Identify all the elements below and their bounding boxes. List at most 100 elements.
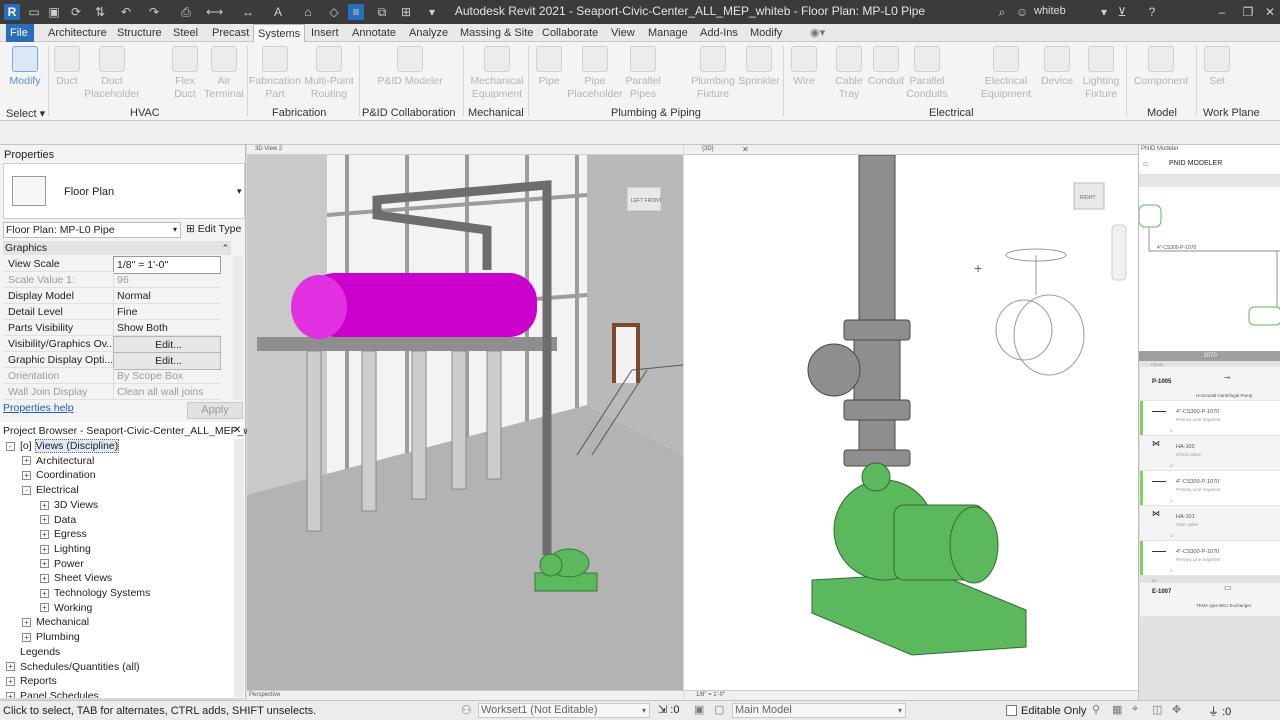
user-dropdown-icon[interactable]: ▾ — [1096, 4, 1112, 20]
browser-item[interactable]: + Schedules/Quantities (all) — [6, 660, 140, 674]
expand-icon[interactable]: + — [6, 676, 15, 686]
expand-icon[interactable]: + — [40, 574, 49, 584]
thin-lines-icon[interactable]: ≡ — [348, 4, 364, 20]
select-links-icon[interactable]: ⚲ — [1092, 703, 1100, 716]
browser-item[interactable]: + Architectural — [22, 454, 94, 468]
conduit-button[interactable]: Conduit — [866, 46, 906, 88]
select-pinned-icon[interactable]: ⌖ — [1132, 703, 1138, 716]
save-icon[interactable]: ▣ — [46, 4, 62, 20]
tab-architecture[interactable]: Architecture — [44, 24, 111, 42]
tab-view[interactable]: View — [607, 24, 639, 42]
close-icon[interactable]: ✕ — [1262, 4, 1278, 20]
expand-icon[interactable]: + — [40, 588, 49, 598]
browser-item[interactable]: + Panel Schedules — [6, 689, 99, 698]
redo-icon[interactable]: ↷ — [146, 4, 162, 20]
edit-type-button[interactable]: ⊞ Edit Type — [186, 223, 241, 235]
chevron-down-icon[interactable]: ▾ — [237, 186, 242, 197]
3d-view-icon[interactable]: ⌂ — [300, 4, 316, 20]
pipe-button[interactable]: Pipe — [532, 46, 566, 88]
viewport-3d[interactable]: + RIGHT — [684, 155, 1138, 690]
view-tab-3d2[interactable]: 3D View 2 — [247, 145, 683, 155]
sprinkler-button[interactable]: Sprinkler — [738, 46, 780, 88]
close-hidden-icon[interactable]: ⧉ — [374, 4, 390, 20]
expand-icon[interactable]: + — [6, 662, 15, 672]
pnid-card[interactable]: 4"-CS300-P-1070 Primary Line Segment 4" — [1140, 401, 1280, 436]
measure-icon[interactable]: ⟷ — [206, 4, 223, 20]
sync-central-icon[interactable]: ⇅ — [92, 4, 108, 20]
expand-icon[interactable]: + — [40, 515, 49, 525]
collapse-icon[interactable]: - — [22, 485, 31, 495]
workset-select[interactable]: Workset1 (Not Editable) ▾ — [478, 703, 650, 718]
type-selector[interactable]: Floor Plan ▾ — [3, 163, 245, 219]
tab-steel[interactable]: Steel — [169, 24, 202, 42]
tab-systems[interactable]: Systems — [253, 24, 306, 42]
electrical-equipment-button[interactable]: Electrical Equipment — [980, 46, 1032, 101]
pipe-placeholder-button[interactable]: Pipe Placeholder — [566, 46, 624, 101]
browser-item[interactable]: + Coordination — [22, 468, 96, 482]
browser-item[interactable]: + Plumbing — [22, 630, 80, 644]
apply-button[interactable]: Apply — [187, 402, 243, 419]
multipoint-routing-button[interactable]: Multi-Point Routing — [302, 46, 356, 101]
air-terminal-button[interactable]: Air Terminal — [204, 46, 244, 101]
select-by-face-icon[interactable]: ◫ — [1152, 703, 1162, 716]
expand-icon[interactable]: + — [22, 471, 31, 481]
parallel-pipes-button[interactable]: Parallel Pipes — [624, 46, 662, 101]
tab-massing-site[interactable]: Massing & Site — [456, 24, 537, 42]
browser-item[interactable]: - [o] Views (Discipline) — [6, 439, 120, 453]
open-icon[interactable]: ▭ — [26, 4, 42, 20]
dimension-icon[interactable]: ↔ — [240, 4, 256, 20]
pnid-card[interactable]: 4"-CS300-P-1070 Primary Line Segment 4" — [1140, 541, 1280, 576]
browser-item[interactable]: + Lighting — [40, 542, 91, 556]
model-icon[interactable]: ▢ — [714, 703, 724, 716]
customize-icon[interactable]: ▾ — [424, 4, 440, 20]
select-underlay-icon[interactable]: ▦ — [1112, 703, 1122, 716]
text-icon[interactable]: A — [270, 4, 286, 20]
design-options-icon[interactable]: ▣ — [694, 703, 704, 716]
pnid-card[interactable]: P-1005 ⊸ Horizontal Centrifugal Pump — [1140, 367, 1280, 401]
collapse-icon[interactable]: - — [6, 441, 15, 451]
browser-item[interactable]: + Egress — [40, 527, 87, 541]
sync-icon[interactable]: ⟳ — [68, 4, 84, 20]
minimize-icon[interactable]: – — [1214, 4, 1230, 20]
expand-icon[interactable]: + — [22, 618, 31, 628]
plumbing-fixture-button[interactable]: Plumbing Fixture — [690, 46, 736, 101]
switch-windows-icon[interactable]: ⊞ — [398, 4, 414, 20]
tab-insert[interactable]: Insert — [307, 24, 343, 42]
modify-button[interactable]: Modify — [6, 46, 44, 88]
pnid-diagram[interactable] — [1139, 189, 1280, 349]
expand-icon[interactable]: + — [6, 691, 15, 698]
parallel-conduits-button[interactable]: Parallel Conduits — [906, 46, 948, 101]
browser-scrollbar[interactable] — [234, 439, 244, 697]
user-name[interactable]: whiteb — [1034, 5, 1066, 17]
navigation-bar[interactable] — [1111, 224, 1127, 281]
device-button[interactable]: Device — [1036, 46, 1078, 88]
browser-item[interactable]: +3D Views — [40, 498, 98, 512]
expand-icon[interactable]: + — [40, 603, 49, 613]
pnid-card[interactable]: 4"-CS300-P-1070 Primary Line Segment 4" — [1140, 471, 1280, 506]
tab-add-ins[interactable]: Add-Ins — [696, 24, 742, 42]
viewcube-left[interactable]: LEFT FRONT — [631, 198, 662, 204]
duct-placeholder-button[interactable]: Duct Placeholder — [84, 46, 140, 101]
component-button[interactable]: Component — [1130, 46, 1192, 88]
pnid-card[interactable]: ⋈ HA-101 Gate Valve 4" — [1140, 506, 1280, 541]
panel-toggle-icon[interactable]: ◉▾ — [806, 24, 829, 42]
viewcube-right[interactable]: RIGHT — [1080, 195, 1096, 201]
restore-icon[interactable]: ❐ — [1240, 4, 1256, 20]
print-icon[interactable]: ⎙ — [178, 4, 194, 20]
instance-filter[interactable]: Floor Plan: MP-L0 Pipe ▾ — [3, 222, 181, 238]
display-model-field[interactable]: Normal — [113, 288, 221, 304]
group-select[interactable]: Select ▾ — [6, 107, 45, 120]
browser-item[interactable]: + Working — [40, 601, 92, 615]
viewport-3d-perspective[interactable]: LEFT FRONT — [247, 155, 683, 690]
expand-icon[interactable]: + — [40, 559, 49, 569]
set-button[interactable]: Set — [1200, 46, 1234, 88]
editable-only-checkbox[interactable] — [1006, 705, 1017, 716]
mechanical-equipment-button[interactable]: Mechanical Equipment — [468, 46, 526, 101]
parts-visibility-field[interactable]: Show Both — [113, 320, 221, 336]
worksets-icon[interactable]: ⚇ — [461, 703, 472, 717]
browser-item[interactable]: Legends — [6, 645, 60, 659]
duct-button[interactable]: Duct — [52, 46, 82, 88]
browser-item[interactable]: + Data — [40, 513, 76, 527]
tab-analyze[interactable]: Analyze — [405, 24, 452, 42]
user-icon[interactable]: ☺ — [1014, 4, 1030, 20]
